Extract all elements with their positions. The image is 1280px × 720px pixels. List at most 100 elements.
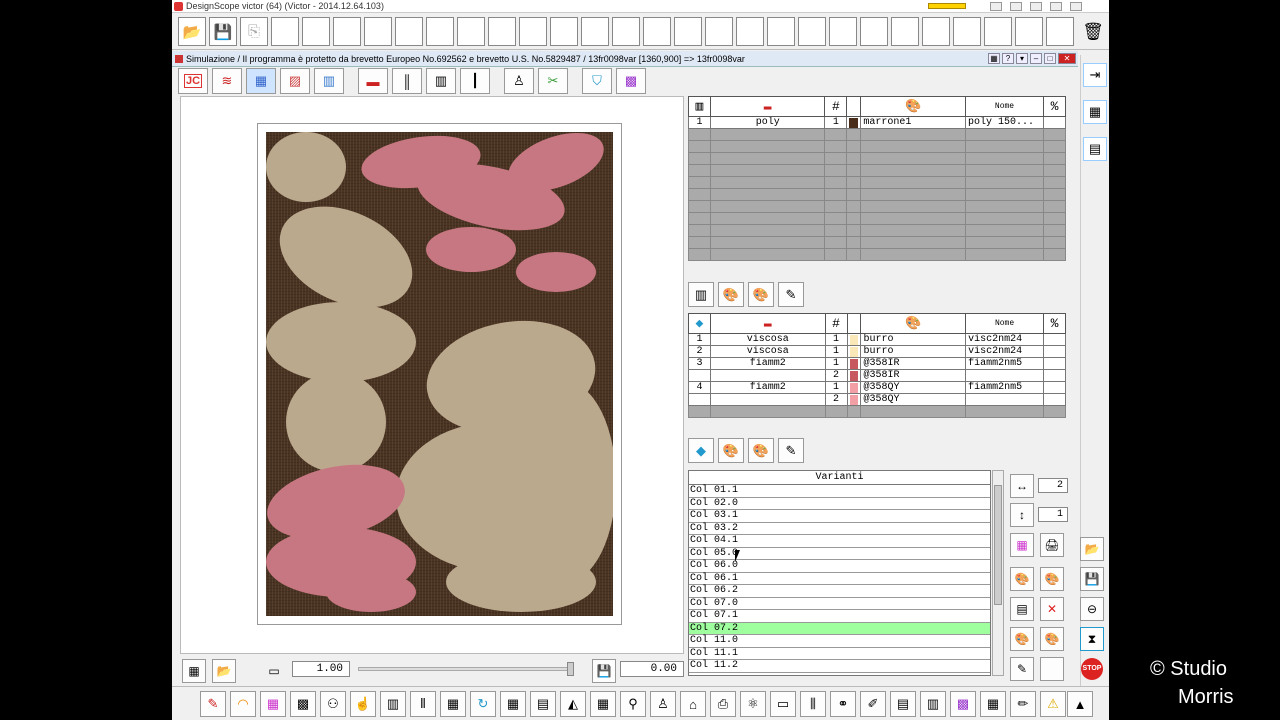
- toolbar-slot[interactable]: [519, 17, 547, 46]
- palette-a-icon[interactable]: 🎨: [1010, 567, 1034, 591]
- yarn-count[interactable]: 1: [824, 345, 848, 358]
- spacing-value[interactable]: 2: [1038, 478, 1068, 493]
- close-icon[interactable]: ✕: [1058, 53, 1076, 64]
- color-palette-icon[interactable]: ▦: [1010, 533, 1034, 557]
- yarn-nome[interactable]: fiamm2nm5: [965, 357, 1044, 370]
- variant-item[interactable]: Col 07.1: [689, 610, 990, 623]
- row-index[interactable]: [688, 393, 711, 406]
- edit-variant-icon[interactable]: ✎: [1010, 657, 1034, 681]
- variant-item[interactable]: Col 03.1: [689, 510, 990, 523]
- row-index[interactable]: 1: [688, 116, 711, 129]
- row-index[interactable]: 4: [688, 381, 711, 394]
- weft-col-icon[interactable]: ◆: [688, 313, 711, 334]
- variant-item[interactable]: Col 07.2: [689, 622, 990, 635]
- palette-save-icon[interactable]: 🎨: [748, 282, 774, 307]
- yarn-row[interactable]: 4 fiamm2 1 @358QY fiamm2nm5: [688, 381, 1067, 394]
- figures-icon[interactable]: ⚇: [320, 691, 346, 717]
- toolbar-slot[interactable]: [550, 17, 578, 46]
- yarn-row[interactable]: 1 poly 1 marrone1 poly 150...: [688, 116, 1067, 129]
- variant-item[interactable]: Col 03.2: [689, 523, 990, 535]
- color-swatch[interactable]: [846, 393, 862, 406]
- save-variant-icon[interactable]: 💾: [1080, 567, 1104, 591]
- color-swatch[interactable]: [846, 345, 862, 358]
- varianti-scrollbar[interactable]: [992, 470, 1004, 676]
- yarn-nome[interactable]: [965, 393, 1044, 406]
- yarn-count[interactable]: 1: [824, 357, 848, 370]
- split-icon[interactable]: ⫴: [410, 691, 436, 717]
- color-name[interactable]: @358IR: [860, 369, 967, 382]
- scroll-thumb[interactable]: [994, 485, 1002, 605]
- window-control[interactable]: [1070, 2, 1082, 11]
- palette-d-icon[interactable]: 🎨: [1040, 627, 1064, 651]
- machine-icon[interactable]: ⌂: [680, 691, 706, 717]
- variant-item[interactable]: Col 06.1: [689, 573, 990, 585]
- delete-icon[interactable]: ✕: [1040, 597, 1064, 621]
- help-icon[interactable]: ?: [1002, 53, 1014, 64]
- toolbar-slot[interactable]: [674, 17, 702, 46]
- pattern-icon[interactable]: ▨: [280, 68, 310, 94]
- toolbar-slot[interactable]: [426, 17, 454, 46]
- pct-header[interactable]: %: [1042, 313, 1067, 334]
- toolbar-slot[interactable]: [705, 17, 733, 46]
- comb-icon[interactable]: ⫼: [800, 691, 826, 717]
- name-header[interactable]: Nome: [965, 313, 1044, 334]
- scissors-icon[interactable]: ✂: [538, 68, 568, 94]
- empty-slot[interactable]: [1040, 657, 1064, 681]
- stop-icon[interactable]: STOP: [1080, 657, 1104, 681]
- yarn-count[interactable]: 1: [824, 116, 848, 129]
- slider-thumb[interactable]: [567, 662, 574, 676]
- knot-icon[interactable]: ⚭: [830, 691, 856, 717]
- toolbar-slot[interactable]: [271, 17, 299, 46]
- toolbar-slot[interactable]: [767, 17, 795, 46]
- yarn-pct[interactable]: [1042, 345, 1067, 358]
- color-swatch[interactable]: [846, 369, 862, 382]
- count-header[interactable]: #: [824, 313, 848, 334]
- variant-item[interactable]: Col 11.2: [689, 660, 990, 673]
- open-folder-button[interactable]: 📂: [178, 17, 206, 46]
- yarn-pct[interactable]: [1042, 393, 1067, 406]
- remove-variant-icon[interactable]: ⊖: [1080, 597, 1104, 621]
- fabric-view-icon[interactable]: ▤: [1083, 137, 1107, 161]
- draw-icon[interactable]: ✎: [200, 691, 226, 717]
- toolbar-slot[interactable]: [333, 17, 361, 46]
- table-icon[interactable]: ▭: [770, 691, 796, 717]
- print-icon[interactable]: ⎙: [710, 691, 736, 717]
- toolbar-slot[interactable]: [581, 17, 609, 46]
- dna-icon[interactable]: ⧗: [1080, 627, 1104, 651]
- zoom-slider[interactable]: [358, 662, 574, 676]
- copy-button[interactable]: ⎘: [240, 17, 268, 46]
- yarn-pct[interactable]: [1042, 357, 1067, 370]
- color-grid-icon[interactable]: ▦: [246, 68, 276, 94]
- yarn-name[interactable]: fiamm2: [709, 381, 826, 394]
- zoom-field[interactable]: 1.00: [292, 661, 350, 677]
- color-name[interactable]: burro: [860, 345, 967, 358]
- maximize-button[interactable]: □: [1044, 53, 1056, 64]
- yarn-name[interactable]: viscosa: [709, 345, 826, 358]
- window-control[interactable]: [990, 2, 1002, 11]
- yarn-row[interactable]: 1 viscosa 1 burro visc2nm24: [688, 333, 1067, 346]
- yarn-nome[interactable]: [965, 369, 1044, 382]
- weave-red-blue-icon[interactable]: ≋: [212, 68, 242, 94]
- save-icon[interactable]: 💾: [592, 659, 616, 683]
- yarn-nome[interactable]: poly 150...: [965, 116, 1044, 129]
- yarn-pct[interactable]: [1042, 333, 1067, 346]
- row-index[interactable]: 1: [688, 333, 711, 346]
- palette-grid-icon[interactable]: ▩: [616, 68, 646, 94]
- color-col-icon[interactable]: 🎨: [860, 96, 967, 117]
- warp-icon[interactable]: ▥: [688, 282, 714, 307]
- yarn-row[interactable]: 3 fiamm2 1 @358IR fiamm2nm5: [688, 357, 1067, 370]
- pct-header[interactable]: %: [1042, 96, 1067, 117]
- yarn-name[interactable]: poly: [709, 116, 826, 129]
- color-swatch[interactable]: [846, 116, 862, 129]
- fabric-icon[interactable]: ▩: [290, 691, 316, 717]
- window-control[interactable]: [1030, 2, 1042, 11]
- toolbar-slot[interactable]: [984, 17, 1012, 46]
- height-icon[interactable]: ↕: [1010, 503, 1034, 527]
- variant-item[interactable]: Col 11.0: [689, 635, 990, 648]
- grid-edit-icon[interactable]: ▤: [1010, 597, 1034, 621]
- shuttle-icon[interactable]: ◭: [560, 691, 586, 717]
- color-squares-icon[interactable]: ▦: [260, 691, 286, 717]
- yarn-col-icon[interactable]: ▬: [709, 313, 826, 334]
- variant-item[interactable]: Col 02.0: [689, 498, 990, 510]
- mosaic-icon[interactable]: ▦: [980, 691, 1006, 717]
